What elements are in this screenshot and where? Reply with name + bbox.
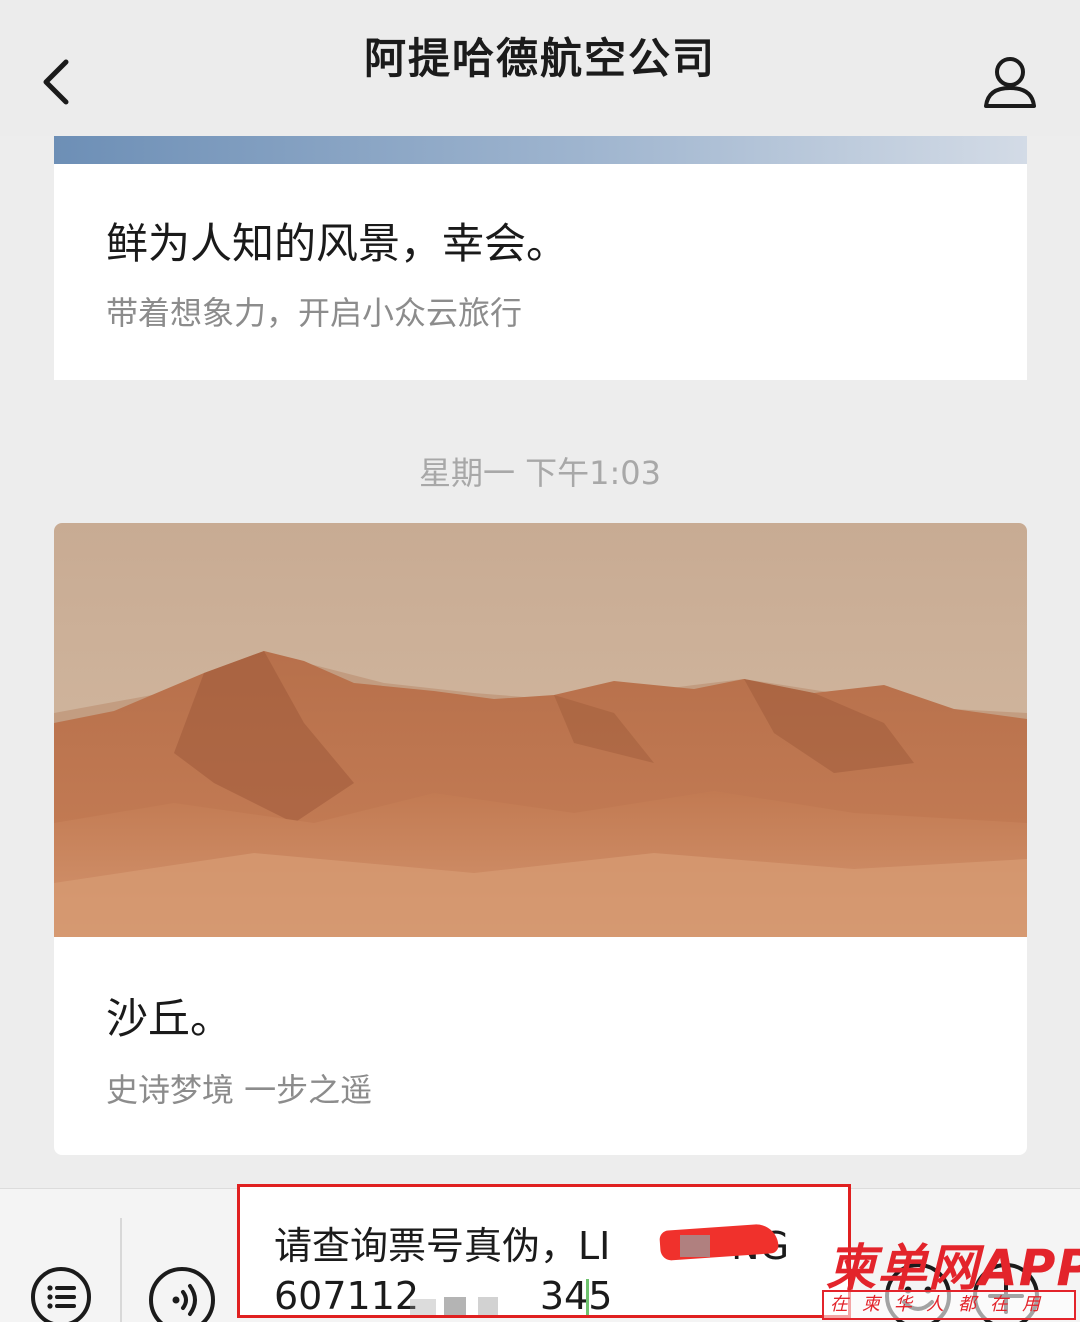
page-title: 阿提哈德航空公司 <box>363 33 716 83</box>
article-card-dune[interactable]: 沙丘。 史诗梦境 一步之遥 <box>54 523 1027 1155</box>
menu-icon[interactable] <box>30 1266 92 1322</box>
watermark-slogan: 在柬华人都在用 <box>822 1290 1076 1320</box>
article-card[interactable]: 鲜为人知的风景，幸会。 带着想象力，开启小众云旅行 <box>54 136 1027 380</box>
article-cover-image <box>54 136 1027 164</box>
header-bar: 阿提哈德航空公司 <box>0 0 1080 136</box>
message-timestamp: 星期一 下午1:03 <box>418 454 662 492</box>
article-subtitle: 史诗梦境 一步之遥 <box>106 1071 373 1109</box>
redaction-blur <box>444 1297 466 1315</box>
voice-icon[interactable] <box>148 1266 216 1322</box>
redaction-blur <box>478 1297 498 1315</box>
text-cursor <box>586 1279 589 1315</box>
toolbar-divider <box>120 1218 122 1322</box>
person-icon[interactable] <box>980 52 1040 112</box>
article-title: 鲜为人知的风景，幸会。 <box>106 219 569 268</box>
watermark: 柬单网APP 在柬华人都在用 <box>822 1228 1080 1322</box>
redaction-blur <box>410 1299 436 1315</box>
redaction-blur <box>680 1235 710 1257</box>
message-input[interactable]: 请查询票号真伪，LI NG 607112 345 <box>237 1184 851 1318</box>
chevron-left-icon[interactable] <box>30 52 90 112</box>
dune-cover-image <box>54 523 1027 937</box>
article-title: 沙丘。 <box>106 994 233 1043</box>
article-subtitle: 带着想象力，开启小众云旅行 <box>106 294 523 332</box>
